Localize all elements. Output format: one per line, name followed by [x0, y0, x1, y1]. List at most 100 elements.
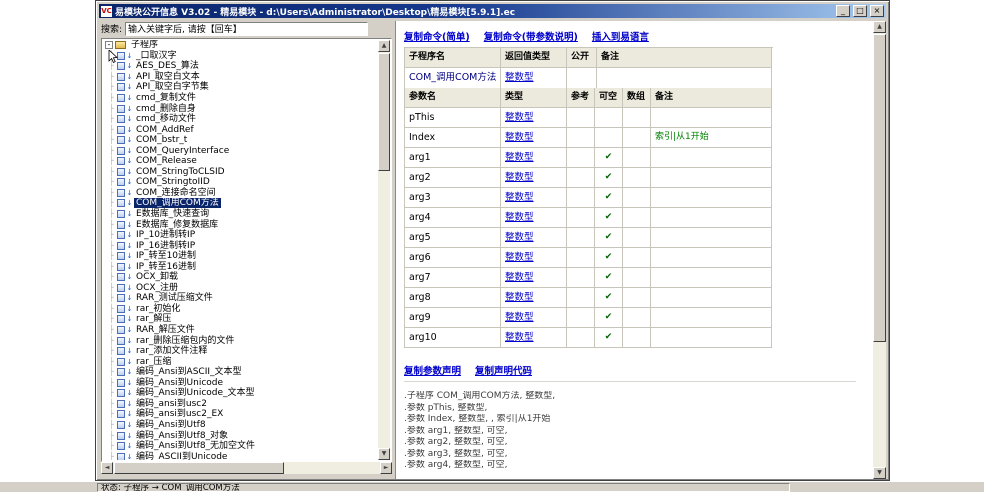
tree-item[interactable]: ├↓cmd_复制文件 — [104, 93, 377, 104]
maximize-button[interactable]: □ — [853, 5, 867, 17]
scroll-down-icon[interactable]: ▼ — [873, 467, 886, 479]
tree-item[interactable]: ├↓cmd_移动文件 — [104, 114, 377, 125]
tree-item[interactable]: ├↓RAR_测试压缩文件 — [104, 293, 377, 304]
param-type-link[interactable]: 整数型 — [501, 148, 567, 168]
search-input[interactable] — [125, 22, 368, 36]
tree-item[interactable]: ├↓COM_StringtoIID — [104, 177, 377, 188]
tree-item[interactable]: ├↓编码_Ansi到Utf8_无加空文件 — [104, 441, 377, 452]
tree-item[interactable]: ├↓编码_Ansi到ASCII_文本型 — [104, 367, 377, 378]
tree-item[interactable]: ├↓AES_DES_算法 — [104, 61, 377, 72]
tree-item[interactable]: ├↓IP_转至10进制 — [104, 251, 377, 262]
tree-item-label: COM_QueryInterface — [134, 146, 231, 156]
param-type-link[interactable]: 整数型 — [501, 128, 567, 148]
detail-scroll-thumb[interactable] — [873, 34, 886, 342]
scroll-up-icon[interactable]: ▲ — [873, 21, 886, 33]
tree-item[interactable]: ├↓rar_初始化 — [104, 304, 377, 315]
tree-item[interactable]: ├↓COM_AddRef — [104, 124, 377, 135]
tree-item[interactable]: ├↓IP_10进制转IP — [104, 230, 377, 241]
tree-item[interactable]: ├↓API_取空白文本 — [104, 72, 377, 83]
minimize-button[interactable]: _ — [836, 5, 850, 17]
param-name-cell: Index — [405, 128, 501, 148]
tree-hscroll-thumb[interactable] — [114, 462, 284, 474]
down-arrow-icon: ↓ — [126, 135, 133, 145]
title-bar[interactable]: VC 易模块公开信息 V3.02 - 精易模块 - d:\Users\Admin… — [99, 4, 886, 18]
tree-item[interactable]: ├↓OCX_卸载 — [104, 272, 377, 283]
param-nullable-cell — [595, 108, 623, 128]
detail-scrollbar[interactable]: ▲ ▼ — [873, 21, 886, 479]
tree-item-label: IP_转至10进制 — [134, 251, 198, 261]
tree-root-label: 子程序 — [129, 40, 160, 50]
param-remark-cell — [651, 188, 772, 208]
tree-item[interactable]: ├↓IP_16进制转IP — [104, 240, 377, 251]
subroutine-icon — [117, 305, 125, 313]
tree-item[interactable]: ├↓OCX_注册 — [104, 283, 377, 294]
tree-item[interactable]: ├↓RAR_解压文件 — [104, 325, 377, 336]
tree-item[interactable]: ├↓COM_Release — [104, 156, 377, 167]
param-name-cell: arg7 — [405, 268, 501, 288]
param-name-cell: arg10 — [405, 328, 501, 348]
tree-branch-icon: ├ — [109, 135, 117, 145]
tree-item[interactable]: ├↓COM_StringToCLSID — [104, 167, 377, 178]
param-type-link[interactable]: 整数型 — [501, 228, 567, 248]
tree-item[interactable]: ├↓COM_QueryInterface — [104, 145, 377, 156]
subroutine-icon — [117, 105, 125, 113]
param-table-header: 可空 — [595, 88, 623, 108]
close-button[interactable]: × — [870, 5, 884, 17]
param-ref-cell — [567, 148, 595, 168]
param-nullable-cell: ✔ — [595, 208, 623, 228]
tree-item[interactable]: ├↓rar_删除压缩包内的文件 — [104, 335, 377, 346]
param-type-link[interactable]: 整数型 — [501, 288, 567, 308]
declaration-link-1[interactable]: 复制声明代码 — [475, 363, 532, 377]
tree-item[interactable]: ├↓COM_bstr_t — [104, 135, 377, 146]
tree-item[interactable]: ├↓COM_调用COM方法 — [104, 198, 377, 209]
tree-item-label: 编码_Ansi到ASCII_文本型 — [134, 367, 244, 377]
param-type-link[interactable]: 整数型 — [501, 268, 567, 288]
tree-scrollbar[interactable]: ▲ ▼ — [378, 40, 390, 460]
tree-item[interactable]: ├↓E数据库_快速查询 — [104, 209, 377, 220]
tree-item[interactable]: ├↓IP_转至16进制 — [104, 261, 377, 272]
return-type-link[interactable]: 整数型 — [501, 68, 567, 89]
tree-item[interactable]: ├↓COM_连接命名空间 — [104, 188, 377, 199]
tree-item[interactable]: ├↓编码_ASCII到Unicode — [104, 451, 377, 460]
param-remark-cell — [651, 328, 772, 348]
tree-horizontal-scrollbar[interactable]: ◄ ► — [101, 462, 392, 474]
tree-item[interactable]: ├↓cmd_删除自身 — [104, 103, 377, 114]
subroutine-icon — [117, 263, 125, 271]
tree-item[interactable]: ├↓_口取汉字 — [104, 51, 377, 62]
collapse-icon[interactable]: - — [105, 41, 113, 49]
tree-item[interactable]: ├↓编码_ansi到usc2_EX — [104, 409, 377, 420]
tree-item[interactable]: ├↓rar_添加文件注释 — [104, 346, 377, 357]
param-type-link[interactable]: 整数型 — [501, 328, 567, 348]
tree-item[interactable]: ├↓编码_Ansi到Unicode — [104, 378, 377, 389]
scroll-right-icon[interactable]: ► — [380, 462, 392, 474]
subroutine-icon — [117, 83, 125, 91]
tree-item[interactable]: ├↓编码_Ansi到Utf8 — [104, 420, 377, 431]
command-link-0[interactable]: 复制命令(简单) — [404, 29, 470, 43]
command-link-1[interactable]: 复制命令(带参数说明) — [484, 29, 578, 43]
scroll-up-icon[interactable]: ▲ — [378, 40, 390, 52]
scroll-left-icon[interactable]: ◄ — [101, 462, 113, 474]
tree-root[interactable]: - 子程序 — [104, 40, 377, 51]
param-type-link[interactable]: 整数型 — [501, 108, 567, 128]
param-type-link[interactable]: 整数型 — [501, 188, 567, 208]
param-type-link[interactable]: 整数型 — [501, 208, 567, 228]
tree-item-label: AES_DES_算法 — [134, 61, 201, 71]
tree-item[interactable]: ├↓编码_Ansi到Unicode_文本型 — [104, 388, 377, 399]
tree-scroll-thumb[interactable] — [378, 53, 390, 171]
tree-item[interactable]: ├↓rar_解压 — [104, 314, 377, 325]
down-arrow-icon: ↓ — [126, 441, 133, 451]
tree-item[interactable]: ├↓API_取空白字节集 — [104, 82, 377, 93]
tree-item[interactable]: ├↓编码_Ansi到Utf8_对象 — [104, 430, 377, 441]
tree-item[interactable]: ├↓编码_ansi到usc2 — [104, 399, 377, 410]
tree-item-label: COM_StringToCLSID — [134, 167, 227, 177]
scroll-down-icon[interactable]: ▼ — [378, 448, 390, 460]
tree-item[interactable]: ├↓E数据库_修复数据库 — [104, 219, 377, 230]
param-type-link[interactable]: 整数型 — [501, 248, 567, 268]
down-arrow-icon: ↓ — [126, 156, 133, 166]
command-link-2[interactable]: 插入到易语言 — [592, 29, 649, 43]
tree-item[interactable]: ├↓rar_压缩 — [104, 356, 377, 367]
declaration-link-0[interactable]: 复制参数声明 — [404, 363, 461, 377]
tree-item-label: cmd_删除自身 — [134, 104, 198, 114]
param-type-link[interactable]: 整数型 — [501, 168, 567, 188]
param-type-link[interactable]: 整数型 — [501, 308, 567, 328]
